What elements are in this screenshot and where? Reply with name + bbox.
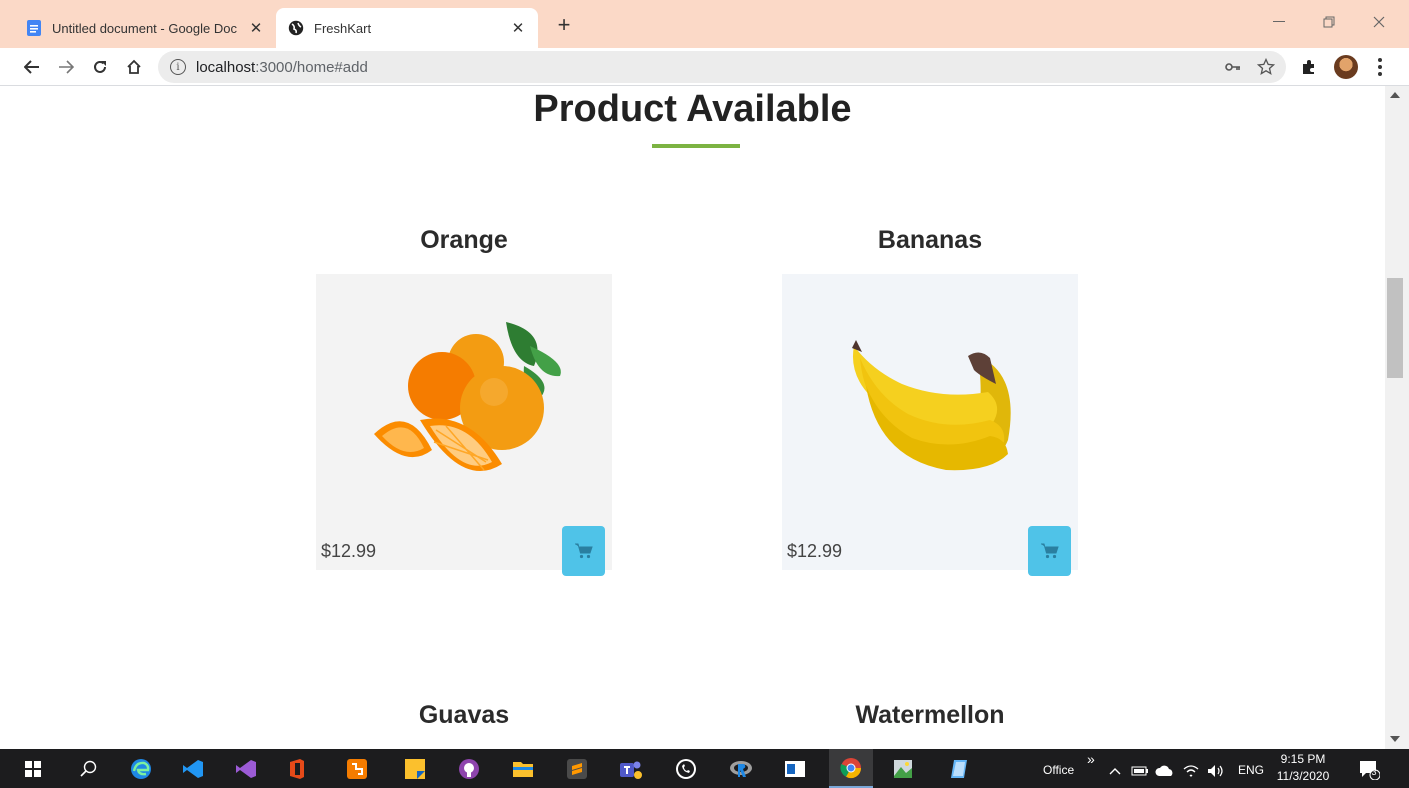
url-host: localhost <box>196 58 256 76</box>
url-text: localhost:3000/home#add <box>196 59 368 76</box>
page-scrollbar[interactable] <box>1385 86 1409 749</box>
product-card-guavas: Guavas <box>316 701 612 735</box>
globe-icon <box>288 20 304 36</box>
onedrive-cloud-icon[interactable] <box>1152 758 1178 784</box>
action-center-notification-icon[interactable]: 3 <box>1356 756 1382 782</box>
tab-freshkart[interactable]: FreshKart ✕ <box>276 8 538 48</box>
whatsapp-icon[interactable] <box>673 756 699 782</box>
battery-icon[interactable] <box>1127 758 1153 784</box>
product-card-orange: Orange $12.99 <box>316 226 612 576</box>
photo-app-icon[interactable] <box>890 756 916 782</box>
windows-taskbar: Office » ENG 9:15 PM 11/3/2020 3 <box>0 749 1409 788</box>
site-info-icon[interactable]: i <box>170 59 186 75</box>
window-app-icon[interactable] <box>782 756 808 782</box>
cart-icon <box>574 543 593 559</box>
browser-toolbar: i localhost:3000/home#add <box>0 48 1409 86</box>
google-docs-icon <box>26 20 42 36</box>
teams-icon[interactable] <box>618 756 644 782</box>
notification-count-badge: 3 <box>1371 767 1377 777</box>
visual-studio-icon[interactable] <box>233 756 259 782</box>
vscode-icon[interactable] <box>180 756 206 782</box>
windows-start-icon[interactable] <box>20 756 46 782</box>
file-explorer-icon[interactable] <box>510 756 536 782</box>
minimize-button[interactable] <box>1256 8 1302 36</box>
page-viewport: Product Available Orange $12.99 Bananas … <box>0 86 1385 749</box>
cart-icon <box>1040 543 1059 559</box>
new-tab-button[interactable]: + <box>552 14 576 38</box>
address-bar[interactable]: i localhost:3000/home#add <box>158 51 1286 83</box>
office-toolbar-label[interactable]: Office <box>1043 763 1074 777</box>
product-name: Orange <box>420 226 508 254</box>
volume-icon[interactable] <box>1203 758 1229 784</box>
clock-date: 11/3/2020 <box>1276 769 1330 783</box>
product-price: $12.99 <box>321 541 377 561</box>
close-window-button[interactable] <box>1356 8 1402 36</box>
forward-arrow-icon[interactable] <box>52 53 80 81</box>
language-indicator[interactable]: ENG <box>1238 763 1264 777</box>
wifi-icon[interactable] <box>1178 758 1204 784</box>
clock-time: 9:15 PM <box>1280 752 1326 766</box>
office-icon[interactable] <box>284 756 310 782</box>
tab-title: FreshKart <box>314 20 372 36</box>
scroll-down-arrow-icon[interactable] <box>1390 736 1400 742</box>
close-icon[interactable]: ✕ <box>506 16 530 40</box>
tab-title: Untitled document - Google Doc <box>52 20 237 36</box>
tab-google-docs[interactable]: Untitled document - Google Doc ✕ <box>14 8 276 48</box>
add-to-cart-button[interactable] <box>1028 526 1071 576</box>
close-icon[interactable]: ✕ <box>244 16 268 40</box>
product-price: $12.99 <box>787 541 843 561</box>
page-title: Product Available <box>533 88 852 130</box>
sublime-text-icon[interactable] <box>564 756 590 782</box>
browser-tab-strip: Untitled document - Google Doc ✕ FreshKa… <box>0 0 1409 48</box>
home-icon[interactable] <box>120 53 148 81</box>
back-arrow-icon[interactable] <box>18 53 46 81</box>
toolbar-chevron-icon[interactable]: » <box>1087 751 1095 767</box>
edge-icon[interactable] <box>128 756 154 782</box>
key-icon[interactable] <box>1222 56 1244 78</box>
product-name: Watermellon <box>855 701 1005 729</box>
r-language-icon[interactable] <box>728 756 754 782</box>
extensions-puzzle-icon[interactable] <box>1298 56 1320 78</box>
url-path: :3000/home#add <box>255 58 368 76</box>
app-icon-orange[interactable] <box>344 756 370 782</box>
product-card-watermellon: Watermellon <box>782 701 1078 735</box>
chrome-menu-icon[interactable] <box>1372 54 1388 80</box>
show-hidden-icons-chevron-icon[interactable] <box>1102 758 1128 784</box>
heading-underline <box>652 144 740 148</box>
profile-avatar[interactable] <box>1334 55 1358 79</box>
bookmark-star-icon[interactable] <box>1255 56 1277 78</box>
product-name: Guavas <box>418 701 510 729</box>
chrome-icon[interactable] <box>829 749 873 788</box>
add-to-cart-button[interactable] <box>562 526 605 576</box>
sticky-notes-icon[interactable] <box>402 756 428 782</box>
taskbar-clock[interactable]: 9:15 PM 11/3/2020 <box>1272 751 1334 785</box>
search-icon[interactable] <box>76 756 102 782</box>
notebook-app-icon[interactable] <box>946 756 972 782</box>
reload-icon[interactable] <box>86 53 114 81</box>
github-desktop-icon[interactable] <box>456 756 482 782</box>
product-name: Bananas <box>877 226 983 254</box>
restore-button[interactable] <box>1306 8 1352 36</box>
scroll-thumb[interactable] <box>1387 278 1403 378</box>
scroll-up-arrow-icon[interactable] <box>1390 92 1400 98</box>
product-card-bananas: Bananas $12.99 <box>782 226 1078 576</box>
